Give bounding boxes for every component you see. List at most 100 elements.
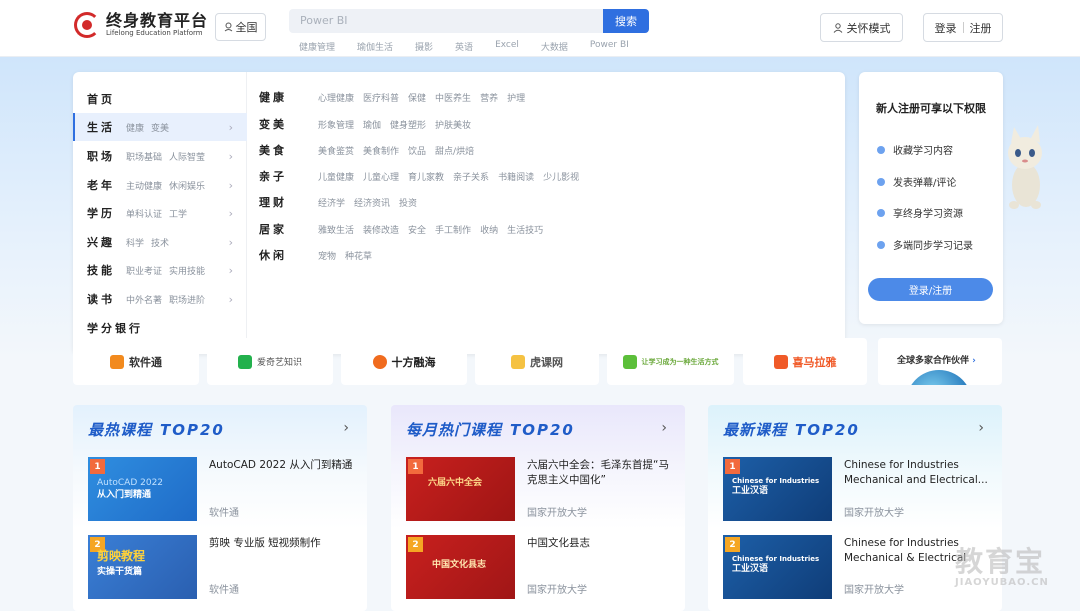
- subcategory-link[interactable]: 书籍阅读: [498, 170, 534, 183]
- course-title-link[interactable]: 中国文化县志: [527, 536, 673, 551]
- menu-item-sub[interactable]: 工学: [169, 207, 187, 220]
- menu-item-skills[interactable]: 技能 职业考证 实用技能 ›: [73, 256, 247, 284]
- course-thumbnail[interactable]: 1 六届六中全会: [406, 457, 515, 521]
- subcategory-link[interactable]: 儿童健康: [318, 170, 354, 183]
- subcategory-link[interactable]: 育儿家教: [408, 170, 444, 183]
- chevron-right-icon[interactable]: ›: [978, 420, 984, 436]
- subcategory-link[interactable]: 护理: [507, 91, 525, 104]
- menu-item-sub[interactable]: 变美: [151, 121, 169, 134]
- login-register-button[interactable]: 登录/注册: [868, 278, 993, 301]
- region-selector[interactable]: 全国: [215, 13, 266, 41]
- subcategory-link[interactable]: 形象管理: [318, 118, 354, 131]
- course-thumbnail[interactable]: 1 Chinese for Industries 工业汉语: [723, 457, 832, 521]
- subcategory-link[interactable]: 瑜伽: [363, 118, 381, 131]
- subcategory-link[interactable]: 安全: [408, 223, 426, 236]
- subcategory-title[interactable]: 健康: [259, 89, 318, 105]
- menu-item-career[interactable]: 职场 职场基础 人际智莹 ›: [73, 142, 247, 170]
- menu-item-sub[interactable]: 休闲娱乐: [169, 179, 205, 192]
- course-thumbnail[interactable]: 1 AutoCAD 2022 从入门到精通: [88, 457, 197, 521]
- subcategory-link[interactable]: 宠物: [318, 249, 336, 262]
- menu-item-sub[interactable]: 健康: [126, 121, 144, 134]
- menu-item-sub[interactable]: 职场进阶: [169, 293, 205, 306]
- column-title[interactable]: 每月热门课程 TOP20: [406, 419, 575, 440]
- hotword-link[interactable]: 健康管理: [299, 40, 335, 53]
- course-title-link[interactable]: 剪映 专业版 短视频制作: [209, 536, 355, 551]
- subcategory-link[interactable]: 心理健康: [318, 91, 354, 104]
- menu-item-elderly[interactable]: 老年 主动健康 休闲娱乐 ›: [73, 171, 247, 199]
- subcategory-link[interactable]: 中医养生: [435, 91, 471, 104]
- menu-item-home[interactable]: 首页: [73, 85, 247, 113]
- menu-item-sub[interactable]: 技术: [151, 236, 169, 249]
- subcategory-link[interactable]: 投资: [399, 196, 417, 209]
- subcategory-link[interactable]: 保健: [408, 91, 426, 104]
- subcategory-link[interactable]: 手工制作: [435, 223, 471, 236]
- subcategory-link[interactable]: 饮品: [408, 144, 426, 157]
- course-thumbnail[interactable]: 2 Chinese for Industries 工业汉语: [723, 535, 832, 599]
- menu-item-interest[interactable]: 兴趣 科学 技术 ›: [73, 228, 247, 256]
- subcategory-title[interactable]: 变美: [259, 116, 318, 132]
- partner-logo[interactable]: 喜马拉雅: [743, 338, 867, 385]
- partner-logo[interactable]: 让学习成为一种生活方式: [607, 338, 734, 385]
- hotword-link[interactable]: 英语: [455, 40, 473, 53]
- course-thumbnail[interactable]: 2 中国文化县志: [406, 535, 515, 599]
- menu-item-sub[interactable]: 人际智莹: [169, 150, 205, 163]
- subcategory-title[interactable]: 美食: [259, 142, 318, 158]
- subcategory-link[interactable]: 少儿影视: [543, 170, 579, 183]
- course-title-link[interactable]: Chinese for Industries Mechanical and El…: [844, 458, 990, 488]
- subcategory-link[interactable]: 甜点/烘焙: [435, 144, 474, 157]
- subcategory-link[interactable]: 装修改造: [363, 223, 399, 236]
- hotword-link[interactable]: Power BI: [590, 40, 629, 53]
- hotword-link[interactable]: 大数据: [541, 40, 568, 53]
- column-title[interactable]: 最热课程 TOP20: [88, 419, 225, 440]
- subcategory-link[interactable]: 护肤美妆: [435, 118, 471, 131]
- site-logo[interactable]: 终身教育平台 Lifelong Education Platform: [74, 12, 208, 38]
- partner-logo[interactable]: 十方融海: [341, 338, 467, 385]
- partner-logo[interactable]: 软件通: [73, 338, 199, 385]
- subcategory-row: 理财 经济学 经济资讯 投资: [259, 194, 426, 210]
- chevron-right-icon[interactable]: ›: [661, 420, 667, 436]
- subcategory-link[interactable]: 亲子关系: [453, 170, 489, 183]
- subcategory-title[interactable]: 理财: [259, 194, 318, 210]
- login-link[interactable]: 登录: [935, 20, 957, 36]
- subcategory-link[interactable]: 儿童心理: [363, 170, 399, 183]
- subcategory-link[interactable]: 收纳: [480, 223, 498, 236]
- subcategory-title[interactable]: 亲子: [259, 168, 318, 184]
- partner-logo[interactable]: 虎课网: [475, 338, 599, 385]
- course-title-link[interactable]: 六届六中全会：毛泽东首提“马克思主义中国化”: [527, 458, 673, 488]
- hotword-link[interactable]: 瑜伽生活: [357, 40, 393, 53]
- subcategory-link[interactable]: 雅致生活: [318, 223, 354, 236]
- menu-item-sub[interactable]: 科学: [126, 236, 144, 249]
- menu-item-life[interactable]: 生活 健康 变美 ›: [73, 113, 247, 141]
- menu-item-sub[interactable]: 单科认证: [126, 207, 162, 220]
- subcategory-title[interactable]: 居家: [259, 221, 318, 237]
- menu-item-sub[interactable]: 中外名著: [126, 293, 162, 306]
- subcategory-title[interactable]: 休闲: [259, 247, 318, 263]
- menu-item-sub[interactable]: 主动健康: [126, 179, 162, 192]
- menu-item-reading[interactable]: 读书 中外名著 职场进阶 ›: [73, 285, 247, 313]
- subcategory-link[interactable]: 营养: [480, 91, 498, 104]
- hotword-link[interactable]: Excel: [495, 40, 519, 53]
- menu-item-sub[interactable]: 实用技能: [169, 264, 205, 277]
- course-thumbnail[interactable]: 2 剪映教程 实操干货篇: [88, 535, 197, 599]
- care-mode-button[interactable]: 关怀模式: [820, 13, 903, 42]
- menu-item-sub[interactable]: 职业考证: [126, 264, 162, 277]
- menu-item-sub[interactable]: 职场基础: [126, 150, 162, 163]
- subcategory-link[interactable]: 美食鉴赏: [318, 144, 354, 157]
- register-link[interactable]: 注册: [970, 20, 992, 36]
- search-input[interactable]: Power BI: [289, 9, 603, 33]
- course-title-link[interactable]: AutoCAD 2022 从入门到精通: [209, 458, 355, 473]
- subcategory-link[interactable]: 种花草: [345, 249, 372, 262]
- chevron-right-icon[interactable]: ›: [343, 420, 349, 436]
- column-title[interactable]: 最新课程 TOP20: [723, 419, 860, 440]
- subcategory-link[interactable]: 医疗科普: [363, 91, 399, 104]
- subcategory-link[interactable]: 健身塑形: [390, 118, 426, 131]
- partner-logo[interactable]: 爱奇艺知识: [207, 338, 333, 385]
- subcategory-link[interactable]: 经济学: [318, 196, 345, 209]
- subcategory-link[interactable]: 经济资讯: [354, 196, 390, 209]
- subcategory-link[interactable]: 美食制作: [363, 144, 399, 157]
- subcategory-link[interactable]: 生活技巧: [507, 223, 543, 236]
- search-button[interactable]: 搜索: [603, 9, 649, 33]
- hotword-link[interactable]: 摄影: [415, 40, 433, 53]
- menu-item-degree[interactable]: 学历 单科认证 工学 ›: [73, 199, 247, 227]
- more-partners-link[interactable]: 全球多家合作伙伴 ›: [878, 338, 1002, 385]
